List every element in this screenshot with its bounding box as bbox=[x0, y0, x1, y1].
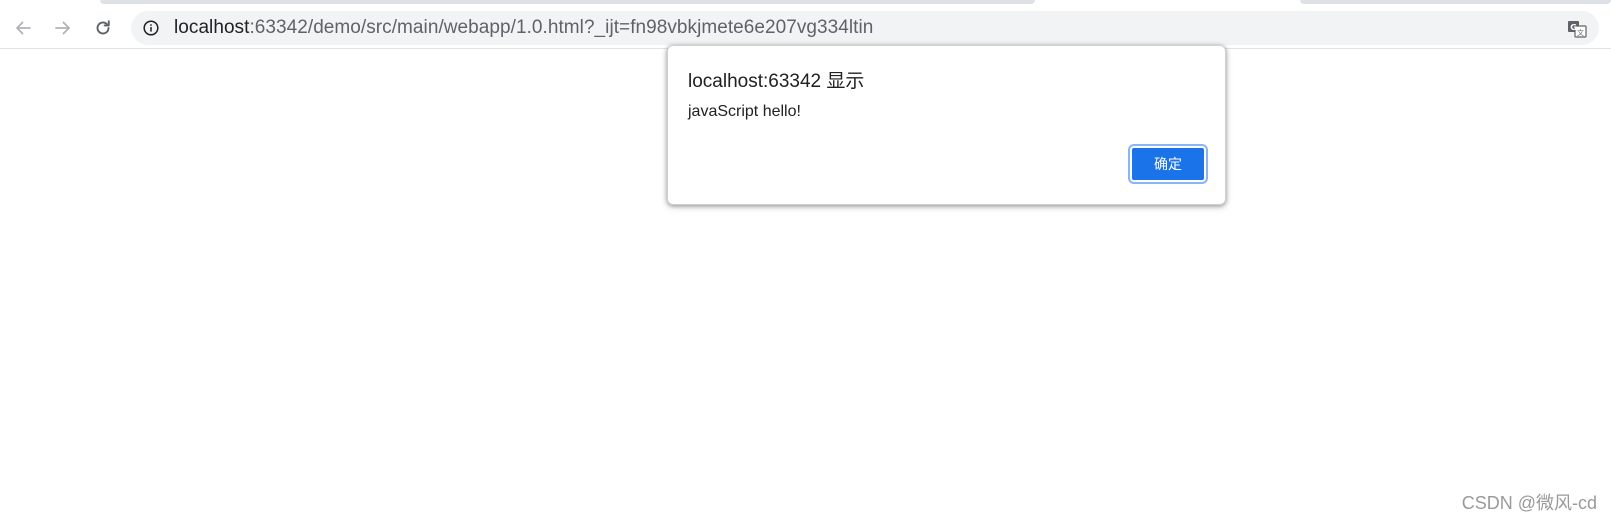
back-button[interactable] bbox=[7, 12, 39, 44]
translate-icon[interactable]: G 文 bbox=[1567, 19, 1587, 39]
url-path: :63342/demo/src/main/webapp/1.0.html?_ij… bbox=[249, 17, 874, 38]
alert-dialog: localhost:63342 显示 javaScript hello! 确定 bbox=[667, 45, 1226, 205]
url-text[interactable]: localhost:63342/demo/src/main/webapp/1.0… bbox=[174, 11, 873, 45]
reload-button[interactable] bbox=[87, 12, 119, 44]
dialog-title: localhost:63342 显示 bbox=[688, 71, 865, 92]
tab-strip bbox=[0, 0, 1611, 8]
address-bar[interactable]: localhost:63342/demo/src/main/webapp/1.0… bbox=[131, 11, 1599, 45]
info-icon[interactable] bbox=[143, 20, 159, 36]
browser-toolbar: localhost:63342/demo/src/main/webapp/1.0… bbox=[0, 8, 1611, 49]
url-host: localhost bbox=[174, 17, 250, 38]
active-tab-edge[interactable] bbox=[100, 0, 1035, 4]
arrow-right-icon bbox=[55, 21, 70, 35]
dialog-message: javaScript hello! bbox=[688, 103, 801, 120]
forward-button[interactable] bbox=[47, 12, 79, 44]
svg-text:文: 文 bbox=[1577, 28, 1584, 37]
inactive-tab-edge[interactable] bbox=[1300, 0, 1611, 4]
ok-button[interactable]: 确定 bbox=[1128, 144, 1208, 184]
arrow-left-icon bbox=[16, 21, 31, 35]
reload-icon bbox=[96, 20, 110, 35]
svg-text:G: G bbox=[1570, 23, 1577, 32]
watermark: CSDN @微风-cd bbox=[1461, 493, 1597, 513]
